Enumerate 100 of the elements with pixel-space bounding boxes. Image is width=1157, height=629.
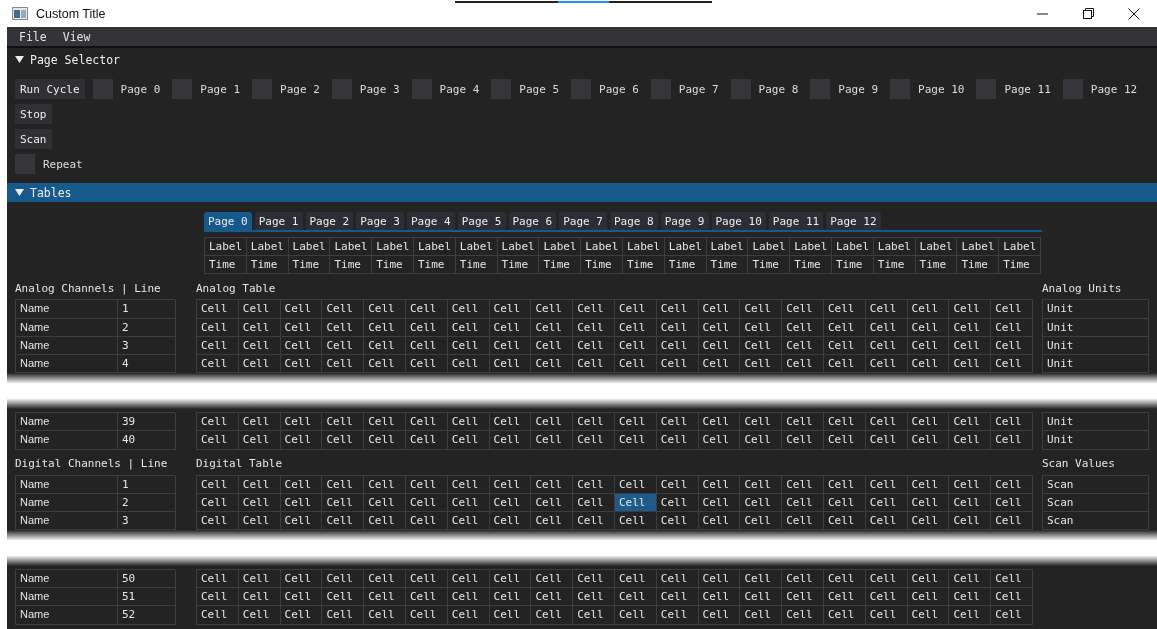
table-cell[interactable]: Cell [865,318,908,337]
table-cell[interactable]: Cell [197,336,239,355]
table-cell[interactable]: Cell [907,318,950,337]
table-cell[interactable]: Cell [238,431,281,450]
table-cell[interactable]: Cell [907,475,950,494]
table-cell[interactable]: Cell [573,336,615,355]
table-cell[interactable]: Cell [740,475,783,494]
table-cell[interactable]: Cell [698,493,741,512]
table-cell[interactable]: Cell [656,413,699,432]
table-cell[interactable]: Cell [949,511,992,531]
table-cell[interactable]: Cell [949,318,992,337]
table-cell[interactable]: Cell [573,588,615,607]
table-cell[interactable]: Cell [782,570,824,589]
table-cell[interactable]: Cell [740,354,783,374]
table-cell[interactable]: Cell [406,318,448,337]
table-cell[interactable]: Cell [865,413,908,432]
table-cell[interactable]: Cell [364,354,406,374]
table-cell[interactable]: Cell [322,475,365,494]
table-cell[interactable]: Cell [824,431,866,450]
table-cell[interactable]: Cell [322,570,365,589]
table-cell[interactable]: Cell [447,431,490,450]
table-cell[interactable]: Cell [573,300,615,319]
table-cell[interactable]: Cell [197,354,239,374]
stop-button[interactable]: Stop [15,104,52,124]
table-cell[interactable]: Cell [322,413,365,432]
table-cell[interactable]: Cell [740,300,783,319]
table-cell[interactable]: Cell [949,431,992,450]
table-cell[interactable]: Cell [489,300,532,319]
table-cell[interactable]: Cell [280,570,323,589]
table-cell[interactable]: Cell [949,570,992,589]
page-tab[interactable]: Page 7 [559,212,607,230]
table-cell[interactable]: Cell [824,493,866,512]
table-cell[interactable]: Cell [824,318,866,337]
table-cell[interactable]: Cell [698,413,741,432]
table-cell[interactable]: Cell [531,606,574,625]
table-cell[interactable]: Cell [907,336,950,355]
table-cell[interactable]: Cell [824,475,866,494]
table-cell[interactable]: Cell [238,511,281,531]
page-selector-header[interactable]: Page Selector [7,50,1157,69]
tables-header[interactable]: Tables [7,183,1157,202]
table-cell[interactable]: Cell [865,354,908,374]
table-cell[interactable]: Cell [698,570,741,589]
table-cell[interactable]: Cell [322,336,365,355]
table-cell[interactable]: Cell [656,336,699,355]
table-cell[interactable]: Cell [280,588,323,607]
table-cell[interactable]: Cell [656,588,699,607]
table-cell[interactable]: Cell [991,570,1033,589]
table-cell[interactable]: Cell [782,475,824,494]
table-cell[interactable]: Cell [949,413,992,432]
table-cell[interactable]: Cell [197,606,239,625]
table-cell[interactable]: Cell [280,300,323,319]
table-cell[interactable]: Cell [865,431,908,450]
table-cell[interactable]: Cell [907,588,950,607]
table-cell[interactable]: Cell [740,318,783,337]
table-cell[interactable]: Cell [406,475,448,494]
table-cell[interactable]: Cell [824,336,866,355]
table-cell[interactable]: Cell [197,588,239,607]
table-cell[interactable]: Cell [447,493,490,512]
table-cell[interactable]: Cell [322,354,365,374]
table-cell[interactable]: Cell [489,588,532,607]
table-cell[interactable]: Cell [364,475,406,494]
table-cell[interactable]: Cell [573,431,615,450]
table-cell[interactable]: Cell [698,354,741,374]
table-cell[interactable]: Cell [991,300,1033,319]
table-cell[interactable]: Cell [615,511,657,531]
table-cell[interactable]: Cell [615,300,657,319]
table-cell[interactable]: Cell [197,413,239,432]
table-cell[interactable]: Cell [406,493,448,512]
table-cell[interactable]: Cell [782,511,824,531]
table-cell[interactable]: Cell [531,511,574,531]
table-cell[interactable]: Cell [949,475,992,494]
table-cell[interactable]: Cell [364,606,406,625]
table-cell[interactable]: Cell [656,493,699,512]
table-cell[interactable]: Cell [364,511,406,531]
page-tab[interactable]: Page 3 [356,212,404,230]
table-cell[interactable]: Cell [573,606,615,625]
table-cell[interactable]: Cell [865,570,908,589]
table-cell[interactable]: Cell [615,475,657,494]
table-cell[interactable]: Cell [280,493,323,512]
table-cell[interactable]: Cell [656,511,699,531]
table-cell[interactable]: Cell [782,318,824,337]
table-cell[interactable]: Cell [238,300,281,319]
table-cell[interactable]: Cell [740,413,783,432]
table-cell[interactable]: Cell [656,431,699,450]
table-cell[interactable]: Cell [991,336,1033,355]
page-tab[interactable]: Page 8 [610,212,658,230]
menu-item[interactable]: File [19,29,47,44]
table-cell[interactable]: Cell [949,336,992,355]
table-cell[interactable]: Cell [782,606,824,625]
table-cell[interactable]: Cell [824,606,866,625]
page-tab[interactable]: Page 5 [457,212,506,230]
page-tab[interactable]: Page 12 [826,212,881,230]
table-cell[interactable]: Cell [824,588,866,607]
table-cell[interactable]: Cell [322,606,365,625]
table-cell[interactable]: Cell [782,588,824,607]
table-cell[interactable]: Cell [824,413,866,432]
table-cell[interactable]: Cell [489,431,532,450]
table-cell[interactable]: Cell [991,475,1033,494]
table-cell[interactable]: Cell [447,511,490,531]
table-cell[interactable]: Cell [907,570,950,589]
